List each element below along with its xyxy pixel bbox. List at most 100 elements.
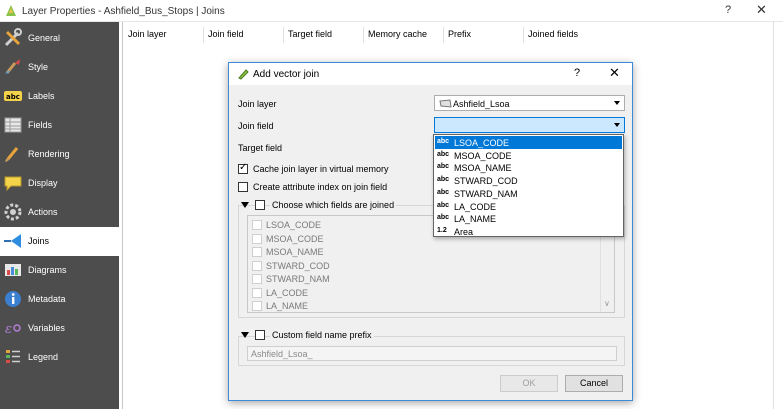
gear-icon: [3, 202, 23, 222]
column-header-join-layer[interactable]: Join layer: [128, 29, 167, 39]
abc-labels-icon: abc: [3, 86, 23, 106]
column-header-join-field[interactable]: Join field: [208, 29, 244, 39]
dropdown-option[interactable]: 1.2 Area: [435, 225, 622, 238]
sidebar-item-variables[interactable]: ε Variables: [0, 314, 119, 343]
qgis-logo-icon: [5, 4, 17, 19]
join-field-dropdown-list: abc LSOA_CODE abc MSOA_CODE abc MSOA_NAM…: [433, 134, 624, 237]
sidebar-item-label: Legend: [28, 352, 59, 362]
field-label: MSOA_CODE: [266, 233, 324, 244]
sidebar-item-fields[interactable]: Fields: [0, 111, 119, 140]
column-header-target-field[interactable]: Target field: [288, 29, 332, 39]
join-layer-combo[interactable]: Ashfield_Lsoa: [434, 95, 625, 111]
field-checkbox: [252, 220, 262, 230]
dropdown-option-label: Area: [454, 226, 474, 237]
sidebar-item-diagrams[interactable]: Diagrams: [0, 256, 119, 285]
sidebar-item-label: Fields: [28, 120, 53, 130]
ok-button[interactable]: OK: [500, 375, 558, 392]
dropdown-option-label: MSOA_NAME: [454, 163, 512, 174]
dropdown-option[interactable]: abc STWARD_NAM: [435, 187, 622, 200]
sidebar-item-general[interactable]: General: [0, 24, 119, 53]
create-index-label: Create attribute index on join field: [253, 182, 388, 192]
sidebar-item-legend[interactable]: Legend: [0, 343, 119, 372]
wrench-screwdriver-icon: [3, 28, 23, 48]
sidebar-item-display[interactable]: Display: [0, 169, 119, 198]
sidebar-item-rendering[interactable]: Rendering: [0, 140, 119, 169]
collapse-triangle-icon[interactable]: [241, 202, 249, 208]
column-separator: [443, 27, 444, 43]
dialog-titlebar: Add vector join ? ✕: [229, 63, 632, 85]
window-close-button[interactable]: ✕: [756, 2, 767, 18]
column-header-prefix[interactable]: Prefix: [448, 29, 471, 39]
dropdown-option[interactable]: abc LA_CODE: [435, 200, 622, 213]
sidebar-item-label: Display: [28, 178, 58, 188]
dropdown-option[interactable]: abc MSOA_NAME: [435, 161, 622, 174]
cache-join-layer-checkbox[interactable]: [238, 162, 248, 174]
string-type-icon: abc: [437, 138, 450, 145]
dropdown-option[interactable]: abc LSOA_CODE: [435, 136, 622, 149]
custom-prefix-checkbox[interactable]: [255, 330, 265, 340]
speech-bubble-icon: [3, 173, 23, 193]
decimal-type-icon: 1.2: [437, 226, 447, 234]
svg-text:ε: ε: [5, 322, 12, 337]
column-header-memory-cache[interactable]: Memory cache: [368, 29, 427, 39]
window-help-button[interactable]: ?: [725, 4, 731, 16]
string-type-icon: abc: [437, 214, 450, 222]
string-type-icon: abc: [437, 176, 450, 184]
column-separator: [363, 27, 364, 43]
joins-table-header: Join layer Join field Target field Memor…: [123, 27, 783, 43]
field-checkbox: [252, 301, 262, 311]
dropdown-option-label: STWARD_NAM: [454, 188, 518, 199]
diagram-icon: [3, 260, 23, 280]
paintbrush-icon: [3, 57, 23, 77]
field-label: LA_NAME: [266, 301, 309, 311]
field-label: LSOA_CODE: [266, 220, 322, 230]
create-index-checkbox[interactable]: [238, 182, 248, 192]
window-titlebar: Layer Properties - Ashfield_Bus_Stops | …: [0, 0, 783, 22]
sidebar-item-label: Rendering: [28, 149, 70, 159]
sidebar-item-labels[interactable]: abc Labels: [0, 82, 119, 111]
sidebar-item-label: Labels: [28, 91, 55, 101]
sidebar-item-metadata[interactable]: Metadata: [0, 285, 119, 314]
chevron-down-icon: [614, 123, 620, 127]
cancel-button[interactable]: Cancel: [565, 375, 623, 392]
dropdown-option[interactable]: abc MSOA_CODE: [435, 149, 622, 162]
sidebar-item-label: Joins: [28, 236, 50, 246]
sidebar-item-style[interactable]: Style: [0, 53, 119, 82]
collapse-triangle-icon[interactable]: [241, 332, 249, 338]
field-checkbox: [252, 260, 262, 271]
sidebar-item-label: Variables: [28, 323, 65, 333]
list-item: STWARD_COD: [252, 260, 552, 273]
svg-text:abc: abc: [6, 93, 20, 101]
field-checkbox: [252, 233, 262, 244]
prefix-value: Ashfield_Lsoa_: [251, 349, 313, 359]
properties-sidebar: General Style abc Labels Fields Renderin…: [0, 22, 119, 409]
dialog-help-button[interactable]: ?: [574, 67, 580, 79]
sidebar-item-label: General: [28, 33, 61, 43]
table-fields-icon: [3, 115, 23, 135]
dropdown-option-label: STWARD_COD: [454, 176, 518, 187]
column-separator: [203, 27, 204, 43]
cache-join-layer-label: Cache join layer in virtual memory: [253, 164, 389, 174]
dialog-close-button[interactable]: ✕: [609, 65, 620, 81]
chevron-down-icon[interactable]: ∨: [604, 299, 610, 308]
dropdown-option-label: LA_NAME: [454, 214, 497, 225]
dropdown-option[interactable]: abc LA_NAME: [435, 212, 622, 225]
window-title: Layer Properties - Ashfield_Bus_Stops | …: [22, 6, 225, 17]
sidebar-item-actions[interactable]: Actions: [0, 198, 119, 227]
join-layer-label: Join layer: [238, 99, 277, 109]
string-type-icon: abc: [437, 150, 450, 158]
dropdown-option[interactable]: abc STWARD_COD: [435, 174, 622, 187]
brush-icon: [3, 144, 23, 164]
field-checkbox: [252, 247, 262, 257]
join-field-combo[interactable]: [434, 117, 625, 133]
dropdown-option-label: LA_CODE: [454, 201, 497, 212]
variables-icon: ε: [3, 318, 23, 338]
sidebar-item-joins[interactable]: Joins: [0, 227, 119, 256]
column-separator: [523, 27, 524, 43]
polygon-layer-icon: [439, 99, 452, 110]
prefix-input[interactable]: Ashfield_Lsoa_: [247, 346, 617, 361]
column-header-joined-fields[interactable]: Joined fields: [528, 29, 578, 39]
choose-fields-checkbox[interactable]: [255, 200, 265, 210]
field-label: STWARD_COD: [266, 260, 330, 271]
sidebar-item-label: Diagrams: [28, 265, 67, 275]
